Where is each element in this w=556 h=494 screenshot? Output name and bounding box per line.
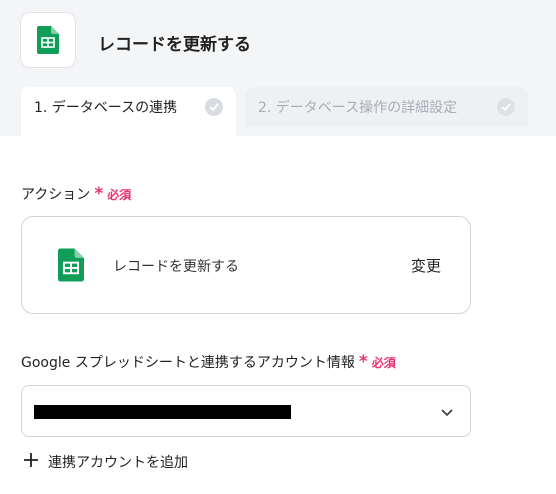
required-text: 必須 <box>107 187 132 202</box>
chevron-down-icon <box>440 404 454 423</box>
add-account-button[interactable]: 連携アカウントを追加 <box>24 452 188 472</box>
app-icon-box <box>20 12 76 68</box>
account-select[interactable] <box>21 385 471 437</box>
action-label-text: アクション <box>21 187 91 203</box>
action-card: レコードを更新する 変更 <box>21 216 471 314</box>
account-label: Google スプレッドシートと連携するアカウント情報 * 必須 <box>21 352 396 372</box>
action-name: レコードを更新する <box>113 259 239 275</box>
account-label-text: Google スプレッドシートと連携するアカウント情報 <box>21 355 355 371</box>
check-icon <box>205 98 223 116</box>
add-account-label: 連携アカウントを追加 <box>48 455 188 471</box>
tab-label: 2. データベース操作の詳細設定 <box>258 100 458 116</box>
action-label: アクション * 必須 <box>21 184 131 204</box>
tab-label: 1. データベースの連携 <box>34 100 178 116</box>
required-mark: * <box>94 183 104 204</box>
google-sheets-icon <box>37 26 59 54</box>
tab-database-detail[interactable]: 2. データベース操作の詳細設定 <box>245 87 528 127</box>
header-area: レコードを更新する 1. データベースの連携 2. データベース操作の詳細設定 <box>0 0 556 136</box>
google-sheets-icon <box>58 248 84 286</box>
change-button[interactable]: 変更 <box>411 255 441 276</box>
page-title: レコードを更新する <box>98 35 251 55</box>
required-mark: * <box>358 351 368 372</box>
redacted-account-value <box>34 405 291 419</box>
tab-database-link[interactable]: 1. データベースの連携 <box>21 87 236 136</box>
plus-icon <box>24 453 38 471</box>
check-icon <box>497 98 515 116</box>
required-text: 必須 <box>371 355 396 370</box>
